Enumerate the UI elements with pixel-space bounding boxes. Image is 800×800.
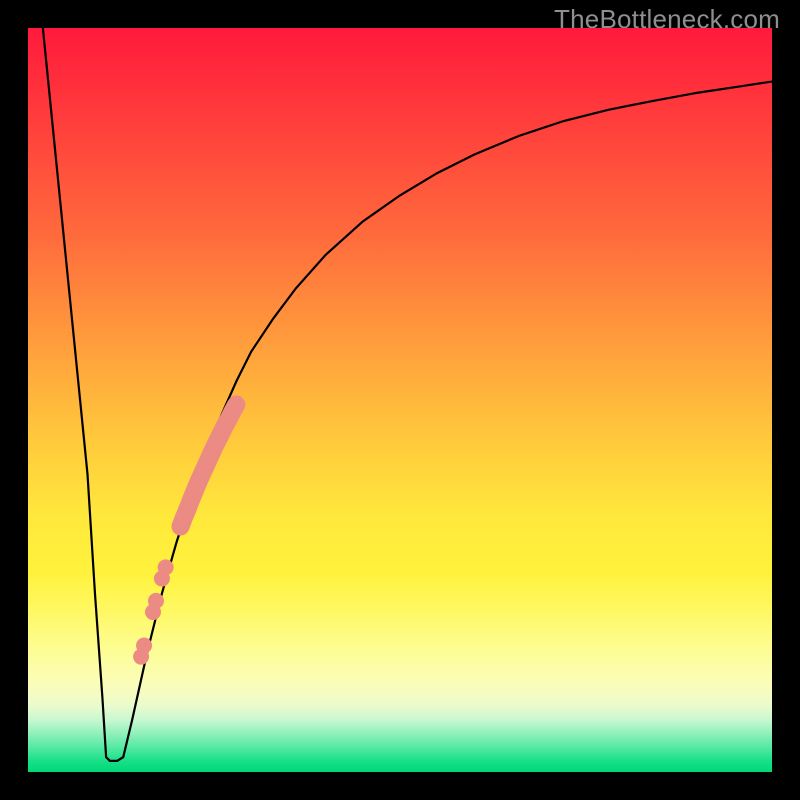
data-dot	[137, 638, 152, 653]
data-dots	[134, 396, 245, 664]
chart-svg	[28, 28, 772, 772]
data-dot	[158, 560, 173, 575]
data-dot	[228, 396, 245, 413]
data-dot	[148, 593, 163, 608]
plot-area	[28, 28, 772, 772]
bottleneck-curve	[43, 28, 772, 761]
app-frame: TheBottleneck.com	[0, 0, 800, 800]
